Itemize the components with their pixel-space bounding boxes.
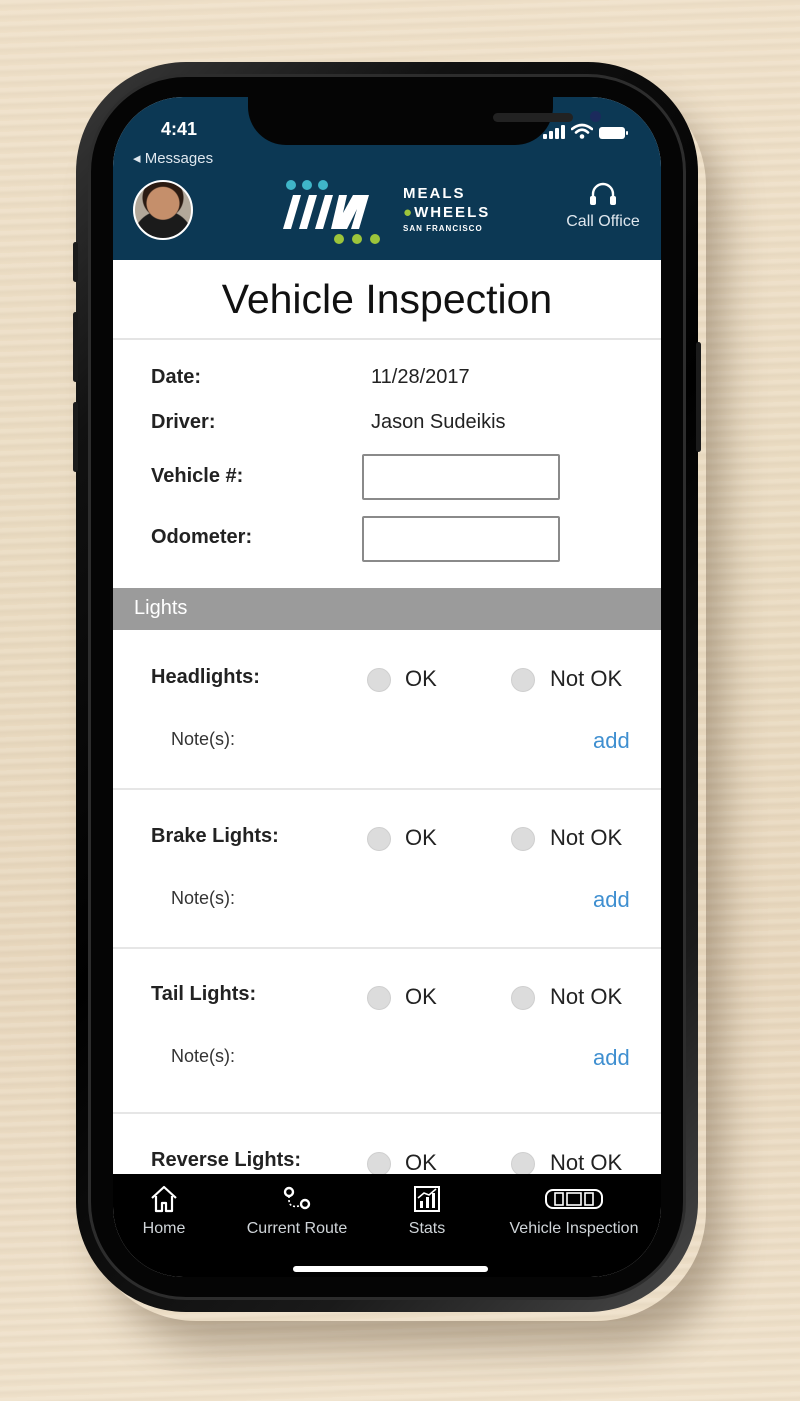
phone-frame: 4:41 ◂ Messages MEALS ●WHEELS SAN FRANCI… — [73, 62, 701, 1312]
date-label: Date: — [151, 366, 202, 388]
logo-mark-icon — [283, 180, 380, 244]
not-ok-radio[interactable] — [511, 668, 535, 692]
not-ok-radio[interactable] — [511, 986, 535, 1010]
home-indicator[interactable] — [293, 1266, 488, 1272]
item-label: Headlights: — [151, 666, 260, 688]
mute-switch — [73, 242, 78, 282]
tab-current-route[interactable]: Current Route — [241, 1174, 353, 1277]
not-ok-radio[interactable] — [511, 1152, 535, 1176]
not-ok-label: Not OK — [550, 666, 623, 691]
ok-radio[interactable] — [367, 827, 391, 851]
item-label: Brake Lights: — [151, 825, 279, 847]
odometer-label: Odometer: — [151, 526, 253, 548]
not-ok-label: Not OK — [550, 1150, 623, 1175]
front-camera — [590, 111, 601, 122]
notes-label: Note(s): — [171, 1046, 236, 1066]
tab-current-route-label: Current Route — [246, 1220, 348, 1237]
notes-label: Note(s): — [171, 729, 236, 749]
page-title: Vehicle Inspection — [221, 276, 553, 322]
back-to-messages-link[interactable]: ◂ Messages — [133, 149, 213, 167]
ok-label: OK — [405, 984, 437, 1009]
logo-wordmark: MEALS ●WHEELS SAN FRANCISCO — [403, 185, 491, 233]
tab-stats[interactable]: Stats — [397, 1174, 457, 1277]
route-icon — [283, 1186, 311, 1210]
vehicle-number-input[interactable] — [362, 454, 560, 500]
not-ok-label: Not OK — [550, 825, 623, 850]
notes-label: Note(s): — [171, 888, 236, 908]
section-header-lights: Lights — [113, 588, 661, 630]
cellular-signal-icon — [543, 125, 565, 139]
item-label: Reverse Lights: — [151, 1149, 302, 1171]
status-time: 4:41 — [161, 119, 198, 139]
status-icons — [543, 123, 628, 139]
ok-radio[interactable] — [367, 668, 391, 692]
tab-stats-label: Stats — [408, 1220, 446, 1237]
ok-radio[interactable] — [367, 986, 391, 1010]
tab-home-label: Home — [142, 1220, 186, 1237]
volume-up-button — [73, 312, 78, 382]
driver-label: Driver: — [151, 411, 216, 433]
not-ok-label: Not OK — [550, 984, 623, 1009]
date-value: 11/28/2017 — [371, 366, 470, 388]
add-note-link[interactable]: add — [593, 887, 630, 913]
speaker — [493, 113, 573, 122]
ok-label: OK — [405, 1150, 437, 1175]
stats-icon — [414, 1186, 440, 1212]
app-header: 4:41 ◂ Messages MEALS ●WHEELS SAN FRANCI… — [113, 97, 661, 260]
headset-icon — [590, 182, 616, 205]
volume-down-button — [73, 402, 78, 472]
call-office-label: Call Office — [566, 213, 640, 230]
driver-value: Jason Sudeikis — [371, 411, 506, 433]
inspection-item-tail-lights: Tail Lights: OK Not OK Note(s): add — [113, 949, 661, 1114]
add-note-link[interactable]: add — [593, 1045, 630, 1071]
call-office-button[interactable]: Call Office — [557, 181, 649, 231]
ok-label: OK — [405, 666, 437, 691]
ok-label: OK — [405, 825, 437, 850]
add-note-link[interactable]: add — [593, 728, 630, 754]
notch — [248, 97, 601, 145]
bottom-tab-bar: Home Current Route Stats Vehicle Inspect… — [113, 1174, 661, 1277]
tab-vehicle-inspection-label: Vehicle Inspection — [509, 1220, 639, 1237]
meals-on-wheels-logo: MEALS ●WHEELS SAN FRANCISCO — [273, 179, 513, 249]
wifi-icon — [571, 123, 593, 139]
phone-bezel: 4:41 ◂ Messages MEALS ●WHEELS SAN FRANCI… — [88, 74, 686, 1300]
vehicle-number-label: Vehicle #: — [151, 465, 244, 487]
title-bar: Vehicle Inspection — [113, 260, 661, 340]
ok-radio[interactable] — [367, 1152, 391, 1176]
item-label: Tail Lights: — [151, 983, 257, 1005]
home-icon — [151, 1185, 177, 1213]
vehicle-icon — [545, 1189, 603, 1209]
battery-icon — [599, 127, 628, 139]
driver-avatar[interactable] — [133, 180, 193, 240]
inspection-item-headlights: Headlights: OK Not OK Note(s): add — [113, 630, 661, 790]
tab-vehicle-inspection[interactable]: Vehicle Inspection — [499, 1174, 649, 1277]
back-arrow-icon: ◂ — [133, 150, 141, 167]
not-ok-radio[interactable] — [511, 827, 535, 851]
odometer-input[interactable] — [362, 516, 560, 562]
tab-home[interactable]: Home — [131, 1174, 197, 1277]
inspection-item-brake-lights: Brake Lights: OK Not OK Note(s): add — [113, 790, 661, 949]
back-label: Messages — [144, 150, 214, 167]
app-screen: 4:41 ◂ Messages MEALS ●WHEELS SAN FRANCI… — [113, 97, 661, 1277]
power-button — [696, 342, 701, 452]
